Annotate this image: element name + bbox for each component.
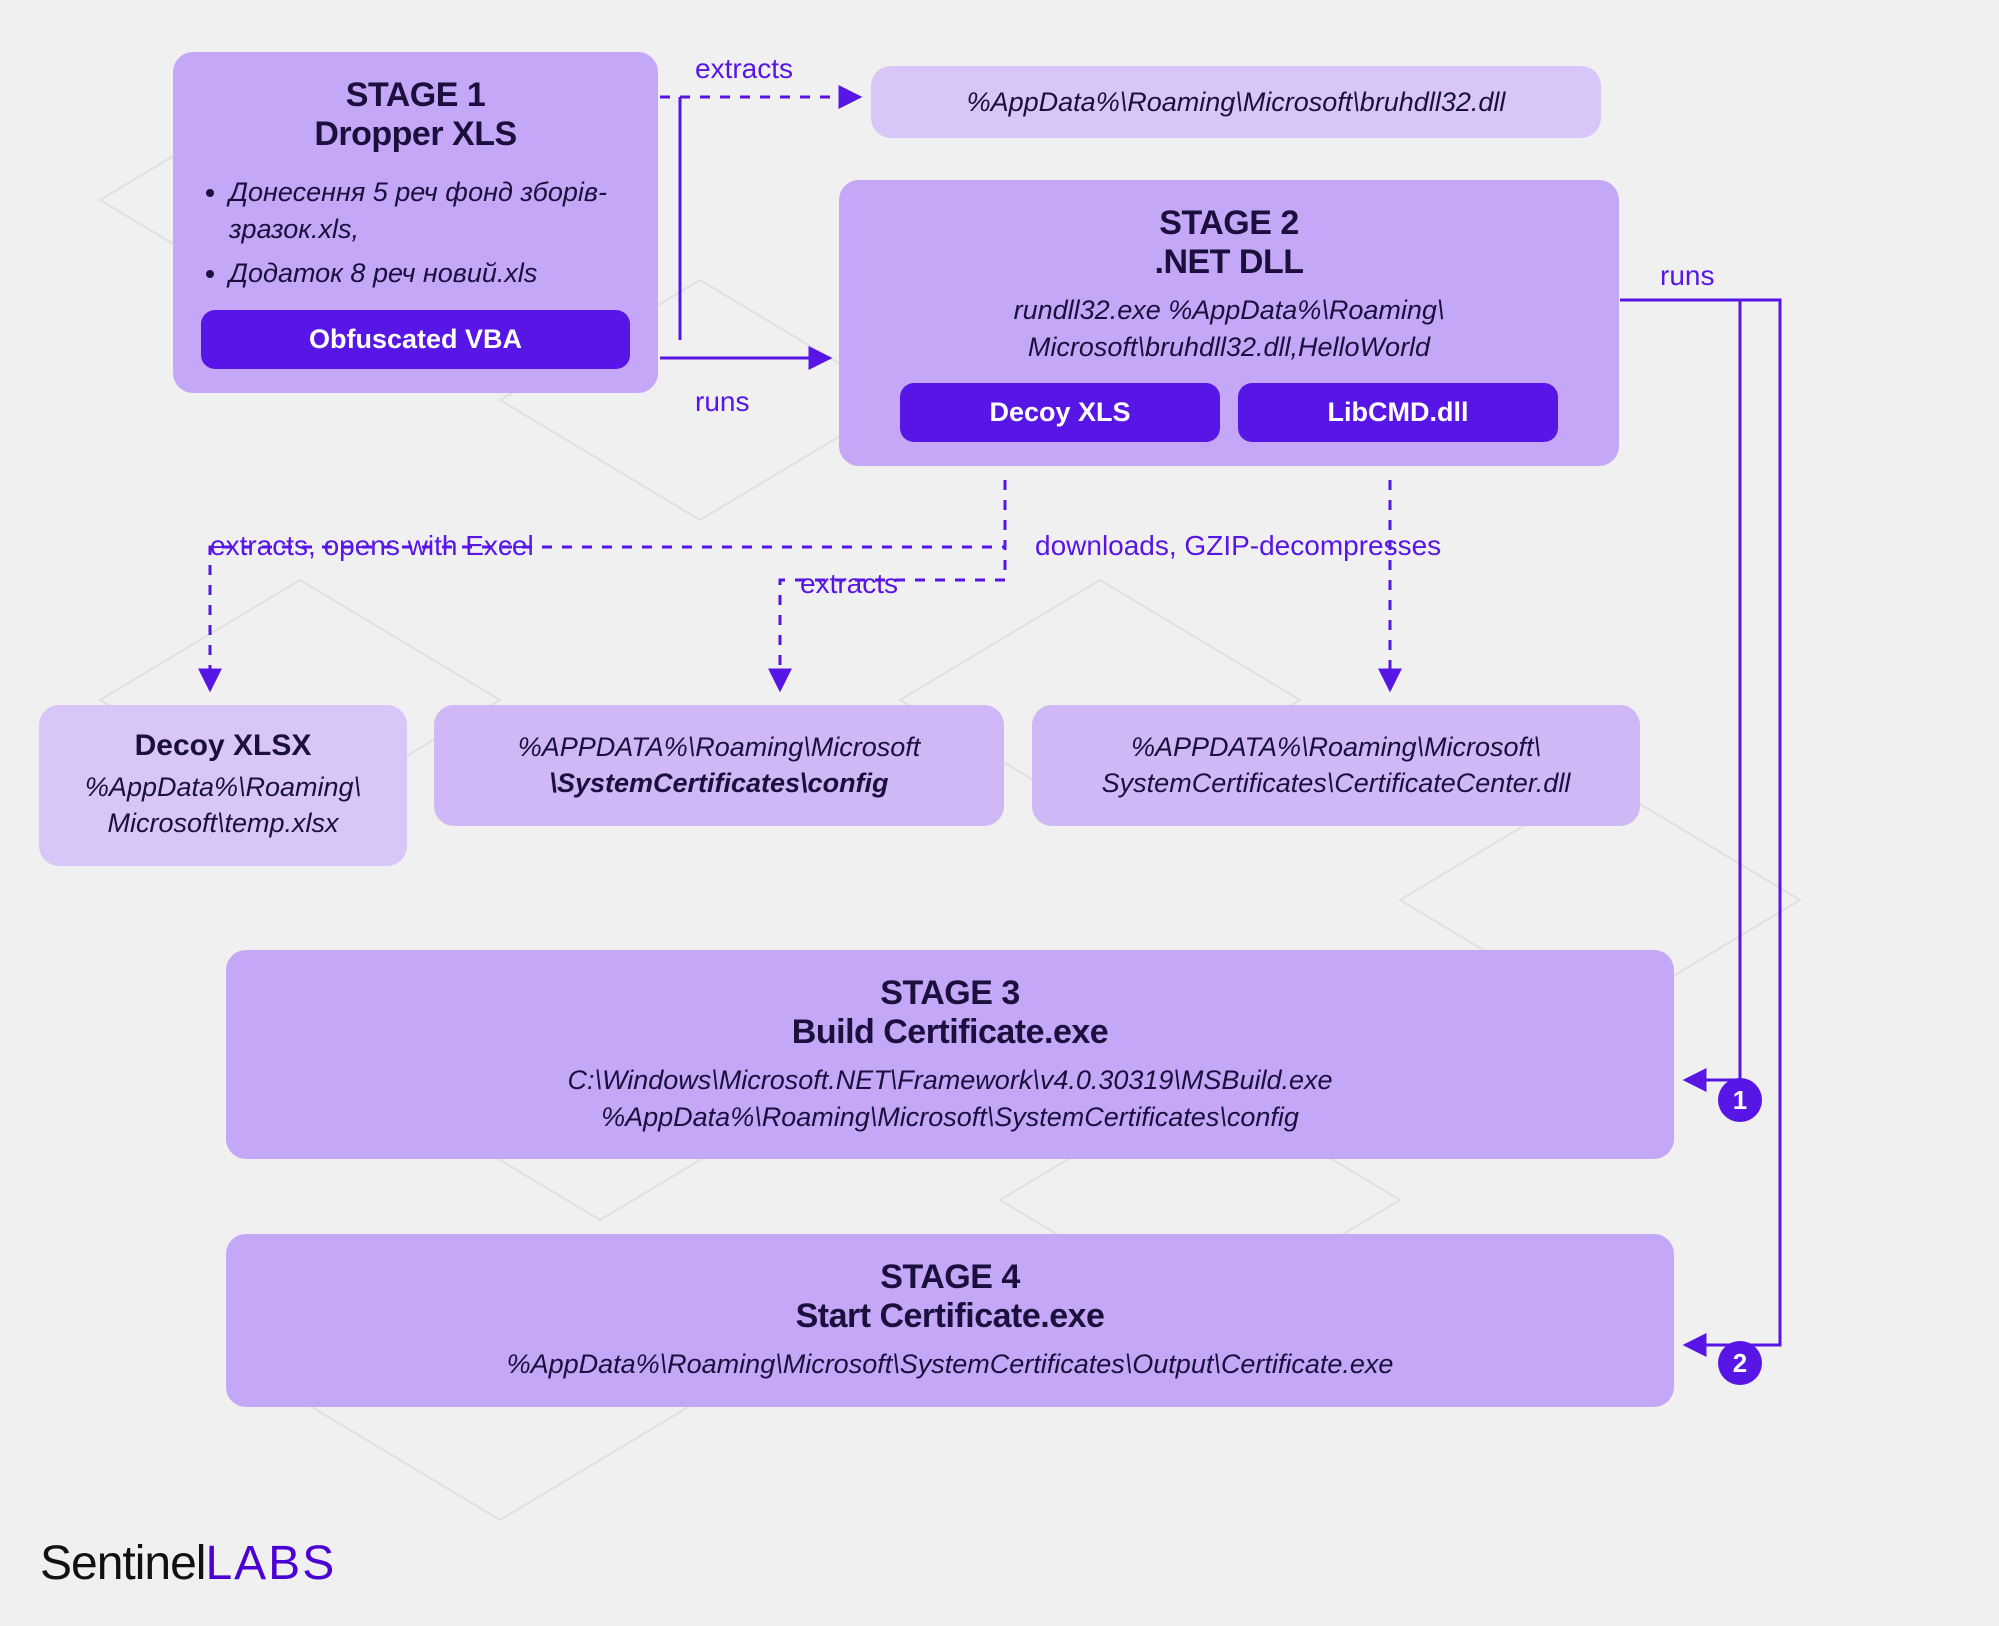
stage4-t2: Start Certificate.exe [796, 1297, 1105, 1335]
badge-1: 1 [1718, 1078, 1762, 1122]
label-downloads: downloads, GZIP-decompresses [1035, 530, 1441, 562]
obfuscated-vba-pill: Obfuscated VBA [201, 310, 630, 369]
stage1-bullets: Донесення 5 реч фонд зборів- зразок.xls,… [201, 174, 630, 291]
stage4-t1: STAGE 4 [880, 1258, 1019, 1296]
stage4-b: %AppData%\Roaming\Microsoft\SystemCertif… [507, 1349, 1394, 1379]
stage1-bullet-0: Донесення 5 реч фонд зборів- зразок.xls, [229, 174, 630, 247]
badge-2: 2 [1718, 1341, 1762, 1385]
config-l1: %APPDATA%\Roaming\Microsoft [518, 732, 921, 762]
stage1-title: STAGE 1 Dropper XLS [201, 76, 630, 154]
stage2-title: STAGE 2 .NET DLL [867, 204, 1591, 282]
bruh-path-text: %AppData%\Roaming\Microsoft\bruhdll32.dl… [967, 87, 1506, 117]
label-runs1: runs [695, 386, 749, 418]
stage3-t2: Build Certificate.exe [792, 1013, 1108, 1051]
label-extracts-mid: extracts [800, 568, 898, 600]
decoy-l2: Microsoft\temp.xlsx [107, 808, 338, 838]
stage1-box: STAGE 1 Dropper XLS Донесення 5 реч фонд… [173, 52, 658, 393]
stage1-title-line1: STAGE 1 [346, 76, 485, 114]
stage3-t1: STAGE 3 [880, 974, 1019, 1012]
stage2-title-line2: .NET DLL [1155, 243, 1304, 281]
stage3-box: STAGE 3 Build Certificate.exe C:\Windows… [226, 950, 1674, 1159]
stage1-title-line2: Dropper XLS [314, 115, 516, 153]
decoy-xlsx-box: Decoy XLSX %AppData%\Roaming\ Microsoft\… [39, 705, 407, 866]
libcmd-pill: LibCMD.dll [1238, 383, 1558, 442]
stage3-b2: %AppData%\Roaming\Microsoft\SystemCertif… [601, 1102, 1299, 1132]
stage1-bullet-1: Додаток 8 реч новий.xls [229, 255, 630, 291]
stage2-body-l1: rundll32.exe %AppData%\Roaming\ [1014, 295, 1445, 325]
cert-l1: %APPDATA%\Roaming\Microsoft\ [1131, 732, 1541, 762]
stage3-b1: C:\Windows\Microsoft.NET\Framework\v4.0.… [567, 1065, 1332, 1095]
config-box: %APPDATA%\Roaming\Microsoft \SystemCerti… [434, 705, 1004, 826]
decoy-title: Decoy XLSX [67, 729, 379, 763]
certcenter-box: %APPDATA%\Roaming\Microsoft\ SystemCerti… [1032, 705, 1640, 826]
stage2-body-l2: Microsoft\bruhdll32.dll,HelloWorld [1028, 332, 1430, 362]
label-extracts-top: extracts [695, 53, 793, 85]
stage4-box: STAGE 4 Start Certificate.exe %AppData%\… [226, 1234, 1674, 1407]
stage2-box: STAGE 2 .NET DLL rundll32.exe %AppData%\… [839, 180, 1619, 466]
cert-l2: SystemCertificates\CertificateCenter.dll [1102, 768, 1571, 798]
sentinellabs-logo: SentinelLABS [40, 1536, 336, 1591]
logo-brand: Sentinel [40, 1537, 205, 1590]
bruh-path-box: %AppData%\Roaming\Microsoft\bruhdll32.dl… [871, 66, 1601, 138]
stage2-title-line1: STAGE 2 [1159, 204, 1298, 242]
decoy-l1: %AppData%\Roaming\ [85, 772, 361, 802]
label-runs2: runs [1660, 260, 1714, 292]
decoy-xls-pill: Decoy XLS [900, 383, 1220, 442]
config-l2: \SystemCertificates\config [549, 768, 888, 798]
label-extracts-opens: extracts, opens with Excel [210, 530, 534, 562]
logo-labs: LABS [205, 1537, 336, 1590]
stage2-body: rundll32.exe %AppData%\Roaming\ Microsof… [867, 292, 1591, 365]
